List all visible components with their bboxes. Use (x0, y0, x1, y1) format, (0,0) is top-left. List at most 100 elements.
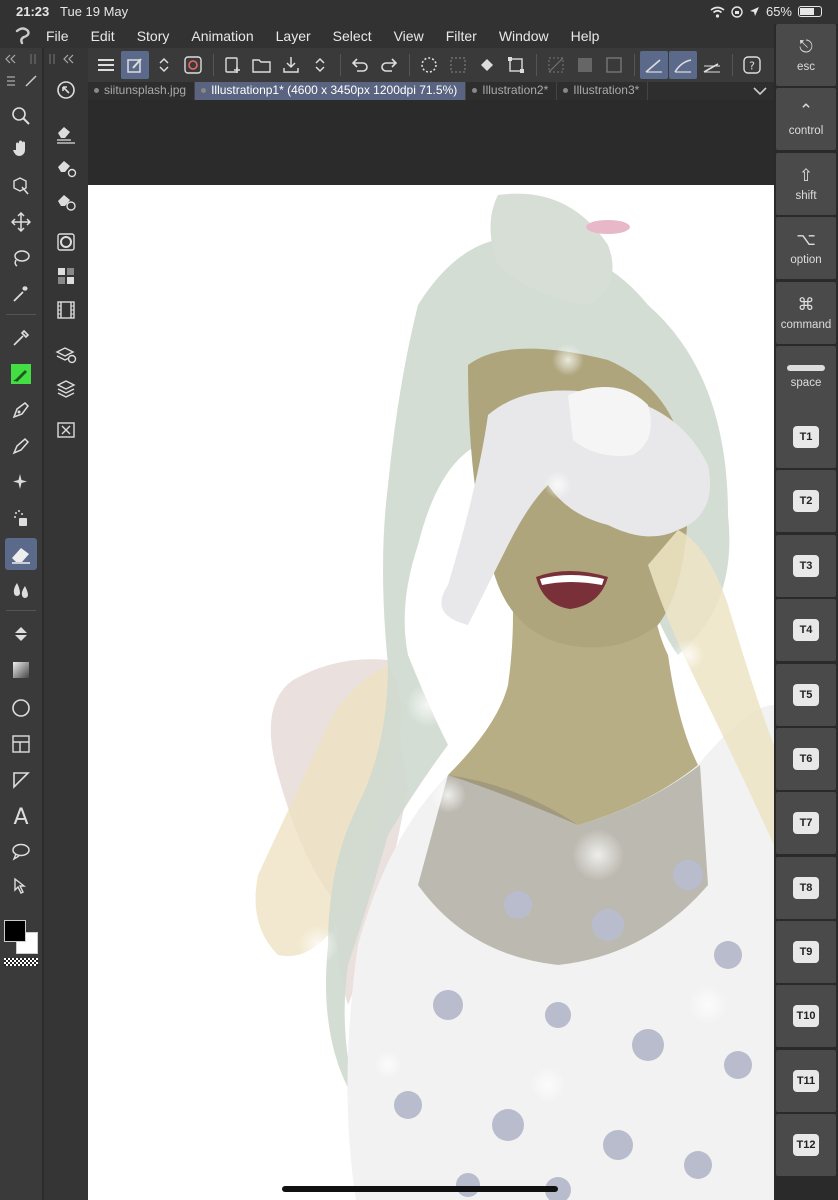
app-logo-icon[interactable] (0, 24, 46, 48)
airbrush-icon[interactable] (5, 502, 37, 534)
invert-selection-icon[interactable] (571, 51, 599, 79)
touch-key-t9[interactable]: T9 (776, 921, 836, 983)
special-ruler-snap-icon[interactable] (669, 51, 697, 79)
option-key[interactable]: ⌥ option (776, 217, 836, 279)
balloon-tool-icon[interactable] (5, 836, 37, 868)
touch-key-t11[interactable]: T11 (776, 1050, 836, 1112)
touch-key-t3[interactable]: T3 (776, 535, 836, 597)
brush-tool-icon[interactable] (5, 430, 37, 462)
tab-siitunsplash[interactable]: siitunsplash.jpg (88, 82, 196, 100)
touch-key-t8[interactable]: T8 (776, 857, 836, 919)
transform-icon[interactable] (502, 51, 530, 79)
open-folder-icon[interactable] (248, 51, 276, 79)
eyedropper-icon[interactable] (5, 322, 37, 354)
menu-edit[interactable]: Edit (91, 28, 115, 44)
selection-dotted-icon[interactable] (444, 51, 472, 79)
menu-filter[interactable]: Filter (446, 28, 477, 44)
deselect-icon[interactable] (542, 51, 570, 79)
drawing-canvas[interactable] (88, 185, 774, 1200)
grid-snap-icon[interactable] (698, 51, 726, 79)
material-icon[interactable] (52, 416, 80, 444)
loading-spinner-icon[interactable] (415, 51, 443, 79)
shift-key[interactable]: ⇧ shift (776, 153, 836, 215)
menu-file[interactable]: File (46, 28, 69, 44)
new-canvas-icon[interactable] (219, 51, 247, 79)
figure-tool-icon[interactable] (5, 692, 37, 724)
color-wheel-icon[interactable] (52, 228, 80, 256)
text-tool-icon[interactable]: A (5, 800, 37, 832)
move-tool-icon[interactable] (5, 206, 37, 238)
fill-tool-icon[interactable] (5, 618, 37, 650)
pen-tool-icon[interactable] (5, 394, 37, 426)
ruler-snap-icon[interactable] (640, 51, 668, 79)
command-key[interactable]: ⌘ command (776, 282, 836, 344)
home-indicator[interactable] (282, 1186, 558, 1192)
menu-view[interactable]: View (394, 28, 424, 44)
command-bar: ? (88, 48, 774, 82)
collapse-panel-icon[interactable] (4, 52, 38, 66)
layer-property-icon[interactable] (52, 340, 80, 368)
save-icon[interactable] (277, 51, 305, 79)
arrows-updown-icon[interactable] (306, 51, 334, 79)
touch-key-t5[interactable]: T5 (776, 664, 836, 726)
touch-key-label: T3 (793, 555, 819, 577)
menu-help[interactable]: Help (571, 28, 600, 44)
touch-key-t10[interactable]: T10 (776, 985, 836, 1047)
eraser-tool-icon[interactable] (5, 538, 37, 570)
palette-menu-icon[interactable] (4, 74, 38, 88)
object-tool-icon[interactable] (5, 170, 37, 202)
correct-line-icon[interactable] (5, 870, 37, 902)
navigator-icon[interactable] (52, 76, 80, 104)
updown-icon[interactable] (150, 51, 178, 79)
tool-property-icon[interactable] (52, 120, 80, 148)
sub-tool-detail-icon[interactable] (52, 188, 80, 216)
touch-key-t7[interactable]: T7 (776, 792, 836, 854)
touch-key-t12[interactable]: T12 (776, 1114, 836, 1176)
tab-illustration3[interactable]: Illustration3* (557, 82, 649, 100)
gradient-tool-icon[interactable] (5, 654, 37, 686)
tabs-chevron-down-icon[interactable] (746, 82, 774, 100)
menu-select[interactable]: Select (333, 28, 372, 44)
magic-wand-icon[interactable] (5, 278, 37, 310)
tab-illustration2[interactable]: Illustration2* (466, 82, 558, 100)
menu-bar: File Edit Story Animation Layer Select V… (0, 24, 774, 48)
hamburger-menu-icon[interactable] (92, 51, 120, 79)
menu-layer[interactable]: Layer (276, 28, 311, 44)
help-icon[interactable]: ? (738, 51, 766, 79)
zoom-tool-icon[interactable] (5, 100, 37, 132)
layers-icon[interactable] (52, 374, 80, 402)
menu-animation[interactable]: Animation (191, 28, 253, 44)
redo-icon[interactable] (375, 51, 403, 79)
pen-highlight-icon[interactable] (5, 358, 37, 390)
color-set-icon[interactable] (52, 262, 80, 290)
hand-tool-icon[interactable] (5, 134, 37, 166)
decoration-sparkle-icon[interactable] (5, 466, 37, 498)
companion-app-icon[interactable] (179, 51, 207, 79)
frame-border-icon[interactable] (5, 728, 37, 760)
touch-key-t1[interactable]: T1 (776, 406, 836, 468)
tab-illustrationp1[interactable]: Illustrationp1* (4600 x 3450px 1200dpi 7… (195, 82, 467, 100)
brush-size-icon[interactable] (52, 154, 80, 182)
lasso-selection-icon[interactable] (5, 242, 37, 274)
esc-key[interactable]: ⎋ esc (776, 24, 836, 86)
selection-border-icon[interactable] (600, 51, 628, 79)
control-key[interactable]: ⌃ control (776, 88, 836, 150)
menu-story[interactable]: Story (137, 28, 170, 44)
quick-access-icon[interactable] (121, 51, 149, 79)
animation-timeline-icon[interactable] (52, 296, 80, 324)
transparent-color-icon[interactable] (4, 958, 38, 966)
collapse-subpanel-icon[interactable] (48, 52, 82, 66)
touch-key-t2[interactable]: T2 (776, 470, 836, 532)
space-bar-icon (787, 365, 825, 371)
touch-key-t6[interactable]: T6 (776, 728, 836, 790)
touch-key-t4[interactable]: T4 (776, 599, 836, 661)
status-date: Tue 19 May (60, 4, 129, 19)
ruler-tool-icon[interactable] (5, 764, 37, 796)
space-key[interactable]: space (776, 346, 836, 408)
undo-icon[interactable] (346, 51, 374, 79)
svg-text:?: ? (749, 60, 755, 73)
canvas-area[interactable] (88, 100, 774, 1200)
fill-bucket-icon[interactable] (473, 51, 501, 79)
blend-tool-icon[interactable] (5, 574, 37, 606)
menu-window[interactable]: Window (499, 28, 549, 44)
